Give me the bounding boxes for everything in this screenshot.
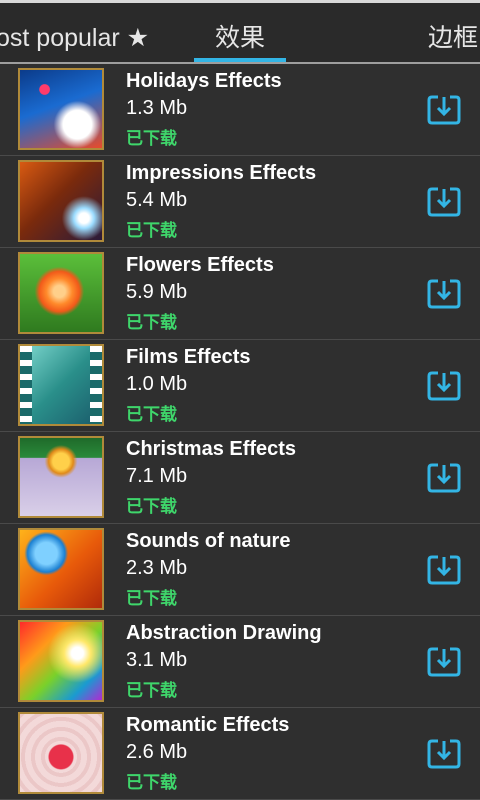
item-title: Impressions Effects — [126, 162, 317, 184]
item-size: 1.0 Mb — [126, 373, 188, 395]
item-size: 5.9 Mb — [126, 281, 188, 303]
list-item[interactable]: Romantic Effects 2.6 Mb 已下载 — [0, 708, 480, 800]
item-title: Sounds of nature — [126, 530, 291, 552]
thumbnail-impressions — [18, 160, 104, 242]
item-status: 已下载 — [126, 681, 177, 700]
item-size: 2.6 Mb — [126, 741, 188, 763]
download-icon[interactable] — [426, 368, 462, 404]
app-screen: ost popular ★ 效果 边框 Holidays Effects 1.3… — [0, 0, 480, 800]
tab-most-popular[interactable]: ost popular ★ — [0, 18, 149, 58]
download-icon[interactable] — [426, 736, 462, 772]
tab-frames[interactable]: 边框 — [428, 18, 478, 58]
thumbnail-sounds-of-nature — [18, 528, 104, 610]
download-icon[interactable] — [426, 460, 462, 496]
item-size: 2.3 Mb — [126, 557, 188, 579]
download-icon[interactable] — [426, 92, 462, 128]
list-item[interactable]: Flowers Effects 5.9 Mb 已下载 — [0, 248, 480, 340]
item-status: 已下载 — [126, 313, 177, 332]
item-title: Romantic Effects — [126, 714, 290, 736]
item-status: 已下载 — [126, 221, 177, 240]
list-item[interactable]: Christmas Effects 7.1 Mb 已下载 — [0, 432, 480, 524]
thumbnail-abstraction — [18, 620, 104, 702]
item-size: 7.1 Mb — [126, 465, 188, 487]
list-item[interactable]: Holidays Effects 1.3 Mb 已下载 — [0, 64, 480, 156]
list-item[interactable]: Impressions Effects 5.4 Mb 已下载 — [0, 156, 480, 248]
download-icon[interactable] — [426, 644, 462, 680]
item-status: 已下载 — [126, 129, 177, 148]
thumbnail-films — [18, 344, 104, 426]
item-status: 已下载 — [126, 405, 177, 424]
thumbnail-romantic — [18, 712, 104, 794]
list-item[interactable]: Sounds of nature 2.3 Mb 已下载 — [0, 524, 480, 616]
download-icon[interactable] — [426, 276, 462, 312]
thumbnail-christmas — [18, 436, 104, 518]
item-title: Holidays Effects — [126, 70, 282, 92]
item-size: 3.1 Mb — [126, 649, 188, 671]
item-title: Films Effects — [126, 346, 251, 368]
tab-bar: ost popular ★ 效果 边框 — [0, 0, 480, 64]
item-status: 已下载 — [126, 589, 177, 608]
item-title: Flowers Effects — [126, 254, 274, 276]
item-title: Abstraction Drawing — [126, 622, 322, 644]
item-size: 1.3 Mb — [126, 97, 188, 119]
list-item[interactable]: Films Effects 1.0 Mb 已下载 — [0, 340, 480, 432]
item-status: 已下载 — [126, 497, 177, 516]
top-edge-line — [0, 0, 480, 3]
thumbnail-holidays — [18, 68, 104, 150]
tab-effects[interactable]: 效果 — [194, 18, 286, 58]
thumbnail-flowers — [18, 252, 104, 334]
download-icon[interactable] — [426, 184, 462, 220]
list-item[interactable]: Abstraction Drawing 3.1 Mb 已下载 — [0, 616, 480, 708]
item-status: 已下载 — [126, 773, 177, 792]
effects-list: Holidays Effects 1.3 Mb 已下载 Impressions … — [0, 64, 480, 800]
item-size: 5.4 Mb — [126, 189, 188, 211]
download-icon[interactable] — [426, 552, 462, 588]
item-title: Christmas Effects — [126, 438, 297, 460]
